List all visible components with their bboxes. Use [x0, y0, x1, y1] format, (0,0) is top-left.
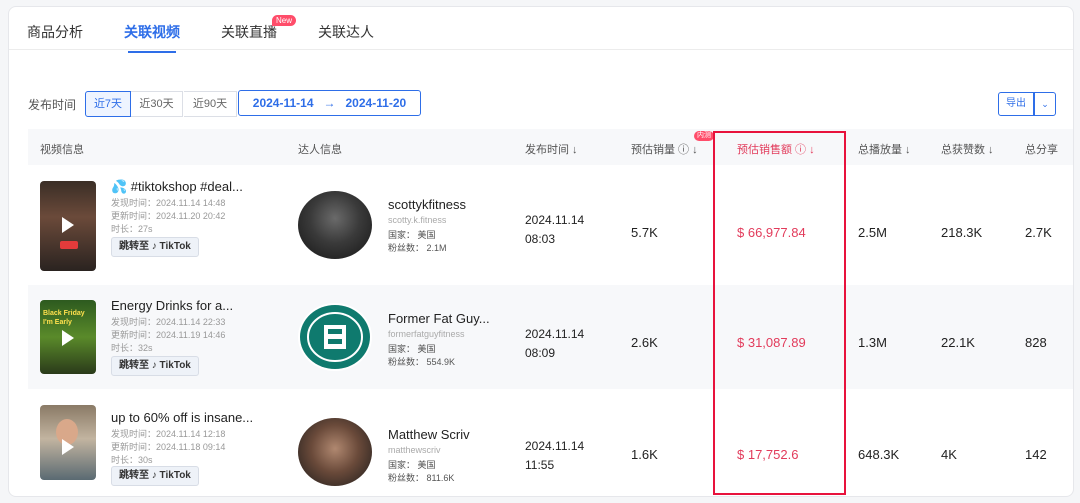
col-est-sales-sort[interactable]: 预估销量 ⓘ ↓: [631, 141, 698, 157]
video-thumbnail[interactable]: [40, 405, 96, 480]
video-title[interactable]: up to 60% off is insane...: [111, 410, 253, 425]
col-creator-info: 达人信息: [298, 144, 342, 156]
creator-handle: scotty.k.fitness: [388, 215, 447, 225]
creator-country: 国家： 美国: [388, 230, 436, 240]
col-views-sort[interactable]: 总播放量 ↓: [858, 141, 911, 157]
revenue-column-highlight-box: [713, 131, 846, 495]
publish-time-filter-label: 发布时间: [28, 98, 77, 112]
table-row: up to 60% off is insane... 发现时间：2024.11.…: [28, 389, 1073, 496]
col-published-sort[interactable]: 发布时间 ↓: [525, 141, 578, 157]
creator-fans: 粉丝数： 811.6K: [388, 473, 455, 483]
range-7-days-button[interactable]: 近7天: [85, 91, 131, 117]
publish-date: 2024.11.14: [525, 439, 585, 453]
beta-badge: 内测: [694, 131, 714, 141]
date-arrow-icon: →: [323, 96, 336, 110]
video-title[interactable]: 💦 #tiktokshop #deal...: [111, 179, 243, 195]
video-thumbnail[interactable]: Black Friday I'm Early: [40, 300, 96, 374]
thumb-caption: Black Friday: [43, 310, 85, 317]
tab-related-creators[interactable]: 关联达人: [318, 22, 374, 42]
publish-datetime: 2024.11.14 08:03: [525, 211, 584, 249]
tab-related-live[interactable]: 关联直播: [221, 22, 277, 42]
col-video-info: 视频信息: [40, 144, 84, 156]
thumb-caption: I'm Early: [43, 319, 72, 326]
shares-value: 828: [1025, 335, 1047, 350]
video-updated-time: 更新时间：2024.11.19 14:46: [111, 330, 226, 340]
est-sales-value: 5.7K: [631, 225, 658, 240]
views-value: 1.3M: [858, 335, 887, 350]
creator-handle: formerfatguyfitness: [388, 329, 465, 339]
open-tiktok-button[interactable]: 跳转至 ♪ TikTok: [111, 356, 199, 376]
table-row: 💦 #tiktokshop #deal... 发现时间：2024.11.14 1…: [28, 165, 1073, 285]
views-value: 648.3K: [858, 447, 900, 462]
creator-name[interactable]: Former Fat Guy...: [388, 311, 490, 326]
likes-value: 4K: [941, 447, 957, 462]
views-value: 2.5M: [858, 225, 887, 240]
est-sales-value: 1.6K: [631, 447, 658, 462]
video-thumbnail[interactable]: [40, 181, 96, 271]
table-header: 视频信息 达人信息 发布时间 ↓ 预估销量 ⓘ ↓ 预估销售额 ⓘ ↓ 总播放量…: [28, 129, 1073, 165]
range-90-days-button[interactable]: 近90天: [184, 91, 237, 117]
est-sales-value: 2.6K: [631, 335, 658, 350]
video-found-time: 发现时间：2024.11.14 22:33: [111, 317, 226, 327]
video-found-time: 发现时间：2024.11.14 12:18: [111, 429, 226, 439]
former-fat-guy-logo-icon: [300, 305, 370, 369]
likes-value: 218.3K: [941, 225, 983, 240]
publish-datetime: 2024.11.14 11:55: [525, 437, 584, 475]
export-dropdown-chevron-icon[interactable]: ⌄: [1034, 92, 1056, 116]
publish-date: 2024.11.14: [525, 327, 585, 341]
avatar[interactable]: [298, 191, 372, 259]
creator-country: 国家： 美国: [388, 460, 436, 470]
publish-time: 11:55: [525, 458, 555, 472]
video-duration: 时长：27s: [111, 224, 153, 234]
video-updated-time: 更新时间：2024.11.18 09:14: [111, 442, 226, 452]
tab-product-analysis[interactable]: 商品分析: [27, 22, 83, 42]
creator-name[interactable]: Matthew Scriv: [388, 427, 470, 442]
table-row: Black Friday I'm Early Energy Drinks for…: [28, 285, 1073, 389]
shares-value: 2.7K: [1025, 225, 1052, 240]
video-title[interactable]: Energy Drinks for a...: [111, 298, 233, 313]
video-found-time: 发现时间：2024.11.14 14:48: [111, 198, 226, 208]
col-shares[interactable]: 总分享: [1025, 141, 1058, 157]
date-end: 2024-11-20: [345, 96, 407, 110]
col-likes-sort[interactable]: 总获赞数 ↓: [941, 141, 994, 157]
play-icon: [62, 439, 74, 455]
video-updated-time: 更新时间：2024.11.20 20:42: [111, 211, 226, 221]
open-tiktok-button[interactable]: 跳转至 ♪ TikTok: [111, 237, 199, 257]
open-tiktok-button[interactable]: 跳转至 ♪ TikTok: [111, 466, 199, 486]
product-tag-icon: [60, 241, 78, 249]
avatar[interactable]: [298, 303, 372, 371]
video-duration: 时长：32s: [111, 343, 153, 353]
play-icon: [62, 217, 74, 233]
tab-related-videos[interactable]: 关联视频: [124, 22, 180, 53]
likes-value: 22.1K: [941, 335, 975, 350]
creator-fans: 粉丝数： 2.1M: [388, 243, 447, 253]
creator-country: 国家： 美国: [388, 344, 436, 354]
range-30-days-button[interactable]: 近30天: [131, 91, 183, 117]
date-range-picker[interactable]: 2024-11-14 → 2024-11-20: [238, 90, 421, 116]
publish-time: 08:03: [525, 232, 556, 246]
publish-date: 2024.11.14: [525, 213, 585, 227]
tab-bar: 商品分析 关联视频 关联直播 New 关联达人: [9, 7, 1073, 53]
export-button[interactable]: 导出: [998, 92, 1034, 116]
shares-value: 142: [1025, 447, 1047, 462]
play-icon: [62, 330, 74, 346]
new-badge: New: [272, 15, 297, 26]
product-analysis-panel: 商品分析 关联视频 关联直播 New 关联达人 发布时间 近7天 近30天 近9…: [8, 6, 1074, 497]
date-start: 2024-11-14: [252, 96, 314, 110]
publish-datetime: 2024.11.14 08:09: [525, 325, 584, 363]
publish-time: 08:09: [525, 346, 556, 360]
creator-name[interactable]: scottykfitness: [388, 197, 466, 212]
creator-fans: 粉丝数： 554.9K: [388, 357, 456, 367]
avatar[interactable]: [298, 418, 372, 486]
creator-handle: matthewscriv: [388, 445, 441, 455]
